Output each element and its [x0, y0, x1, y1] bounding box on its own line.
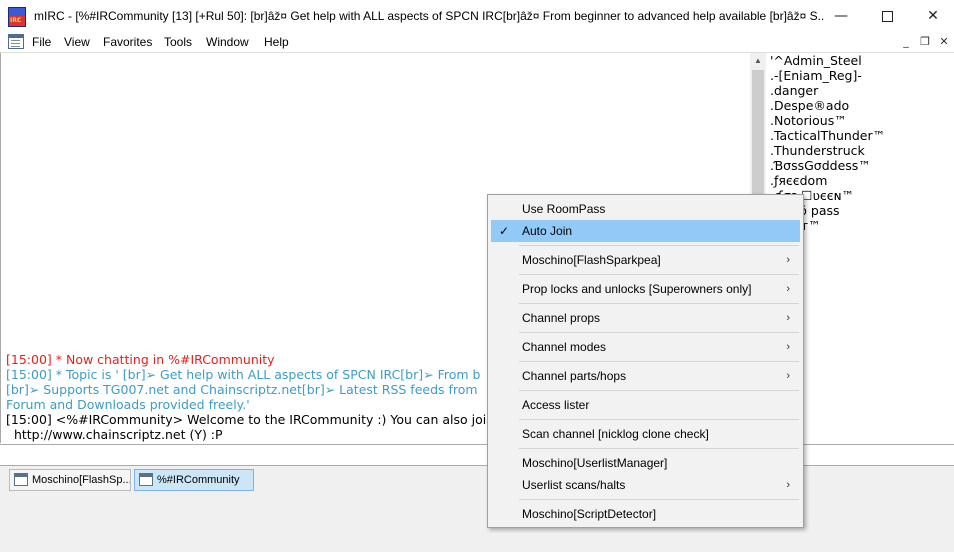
menu-item-script-detector[interactable]: Moschino[ScriptDetector] [491, 503, 800, 525]
mdi-minimize-button[interactable]: _ [899, 35, 913, 49]
nick-item[interactable]: .Notorious™ [770, 113, 847, 128]
menu-help[interactable]: Help [264, 34, 289, 50]
maximize-icon [881, 10, 893, 22]
switchbar-tab-label: Moschino[FlashSp... [32, 474, 131, 486]
menu-item-userlist-manager[interactable]: Moschino[UserlistManager] [491, 452, 800, 474]
submenu-arrow-icon: › [786, 254, 790, 266]
menu-view[interactable]: View [64, 34, 90, 50]
menu-item-label: Scan channel [nicklog clone check] [522, 427, 709, 441]
menu-item-label: Access lister [522, 398, 590, 412]
menu-separator [519, 390, 799, 391]
menu-separator [519, 448, 799, 449]
menu-item-label: Prop locks and unlocks [Superowners only… [522, 282, 752, 296]
menu-separator [519, 303, 799, 304]
menu-file[interactable]: File [32, 34, 51, 50]
menu-separator [519, 245, 799, 246]
submenu-arrow-icon: › [786, 479, 790, 491]
switchbar-tab-moschino[interactable]: Moschino[FlashSp... [9, 469, 131, 491]
nick-item[interactable]: .-[Eniam_Reg]- [770, 68, 862, 83]
message-input[interactable] [0, 444, 954, 466]
menu-item-scan-channel[interactable]: Scan channel [nicklog clone check] [491, 423, 800, 445]
switchbar-tab-ircommunity[interactable]: %#IRCommunity [134, 469, 254, 491]
menu-item-label: Channel modes [522, 340, 607, 354]
menu-item-channel-modes[interactable]: Channel modes › [491, 336, 800, 358]
menu-separator [519, 499, 799, 500]
menu-item-userlist-scans[interactable]: Userlist scans/halts › [491, 474, 800, 496]
menu-item-auto-join[interactable]: ✓ Auto Join [491, 220, 800, 242]
checkmark-icon: ✓ [499, 224, 510, 238]
menu-item-channel-parts-hops[interactable]: Channel parts/hops › [491, 365, 800, 387]
submenu-arrow-icon: › [786, 341, 790, 353]
menu-separator [519, 274, 799, 275]
window-title: mIRC - [%#IRCommunity [13] [+Rul 50]: [b… [34, 9, 824, 23]
nick-item[interactable]: .TacticalThunder™ [770, 128, 885, 143]
mdi-close-button[interactable]: ✕ [937, 35, 951, 49]
menu-item-label: Moschino[FlashSparkpea] [522, 253, 661, 267]
menu-favorites[interactable]: Favorites [103, 34, 152, 50]
menu-item-access-lister[interactable]: Access lister [491, 394, 800, 416]
minimize-button[interactable]: — [818, 0, 864, 32]
menu-bar: File View Favorites Tools Window Help _ … [0, 32, 954, 53]
channel-icon [139, 473, 153, 486]
nick-item[interactable]: .ƁσѕѕGσddess™ [770, 158, 871, 173]
menu-item-flashsparkpea[interactable]: Moschino[FlashSparkpea] › [491, 249, 800, 271]
menu-item-label: Use RoomPass [522, 202, 606, 216]
menu-item-label: Channel parts/hops [522, 369, 627, 383]
menu-separator [519, 361, 799, 362]
channel-window-icon[interactable] [8, 34, 24, 49]
menu-item-label: Moschino[ScriptDetector] [522, 507, 657, 521]
menu-item-label: Auto Join [522, 224, 573, 238]
submenu-arrow-icon: › [786, 370, 790, 382]
title-bar: mIRC - [%#IRCommunity [13] [+Rul 50]: [b… [0, 0, 954, 34]
scroll-up-arrow[interactable]: ▲ [750, 53, 766, 69]
menu-separator [519, 332, 799, 333]
nick-item[interactable]: '^Admin_Steel [770, 53, 862, 68]
mdi-restore-button[interactable]: ❐ [918, 35, 932, 49]
switchbar-tab-label: %#IRCommunity [157, 474, 240, 486]
menu-item-label: Moschino[UserlistManager] [522, 456, 668, 470]
context-menu: Use RoomPass ✓ Auto Join Moschino[FlashS… [487, 194, 804, 528]
submenu-arrow-icon: › [786, 312, 790, 324]
switchbar: Moschino[FlashSp... %#IRCommunity [0, 466, 954, 552]
menu-item-label: Userlist scans/halts [522, 478, 626, 492]
nick-item[interactable]: .Thunderstruck [770, 143, 865, 158]
mirc-app-icon[interactable] [8, 7, 26, 27]
close-button[interactable]: ✕ [910, 0, 954, 32]
nick-item[interactable]: .Despe®ado [770, 98, 849, 113]
menu-tools[interactable]: Tools [164, 34, 192, 50]
nick-item[interactable]: .danger [770, 83, 818, 98]
submenu-arrow-icon: › [786, 283, 790, 295]
menu-item-prop-locks[interactable]: Prop locks and unlocks [Superowners only… [491, 278, 800, 300]
window-icon [14, 473, 28, 486]
menu-window[interactable]: Window [206, 34, 249, 50]
menu-item-use-roompass[interactable]: Use RoomPass [491, 198, 800, 220]
menu-item-label: Channel props [522, 311, 601, 325]
nick-item[interactable]: .ƒяєєdom [770, 173, 827, 188]
maximize-button[interactable] [864, 0, 910, 32]
menu-separator [519, 419, 799, 420]
menu-item-channel-props[interactable]: Channel props › [491, 307, 800, 329]
